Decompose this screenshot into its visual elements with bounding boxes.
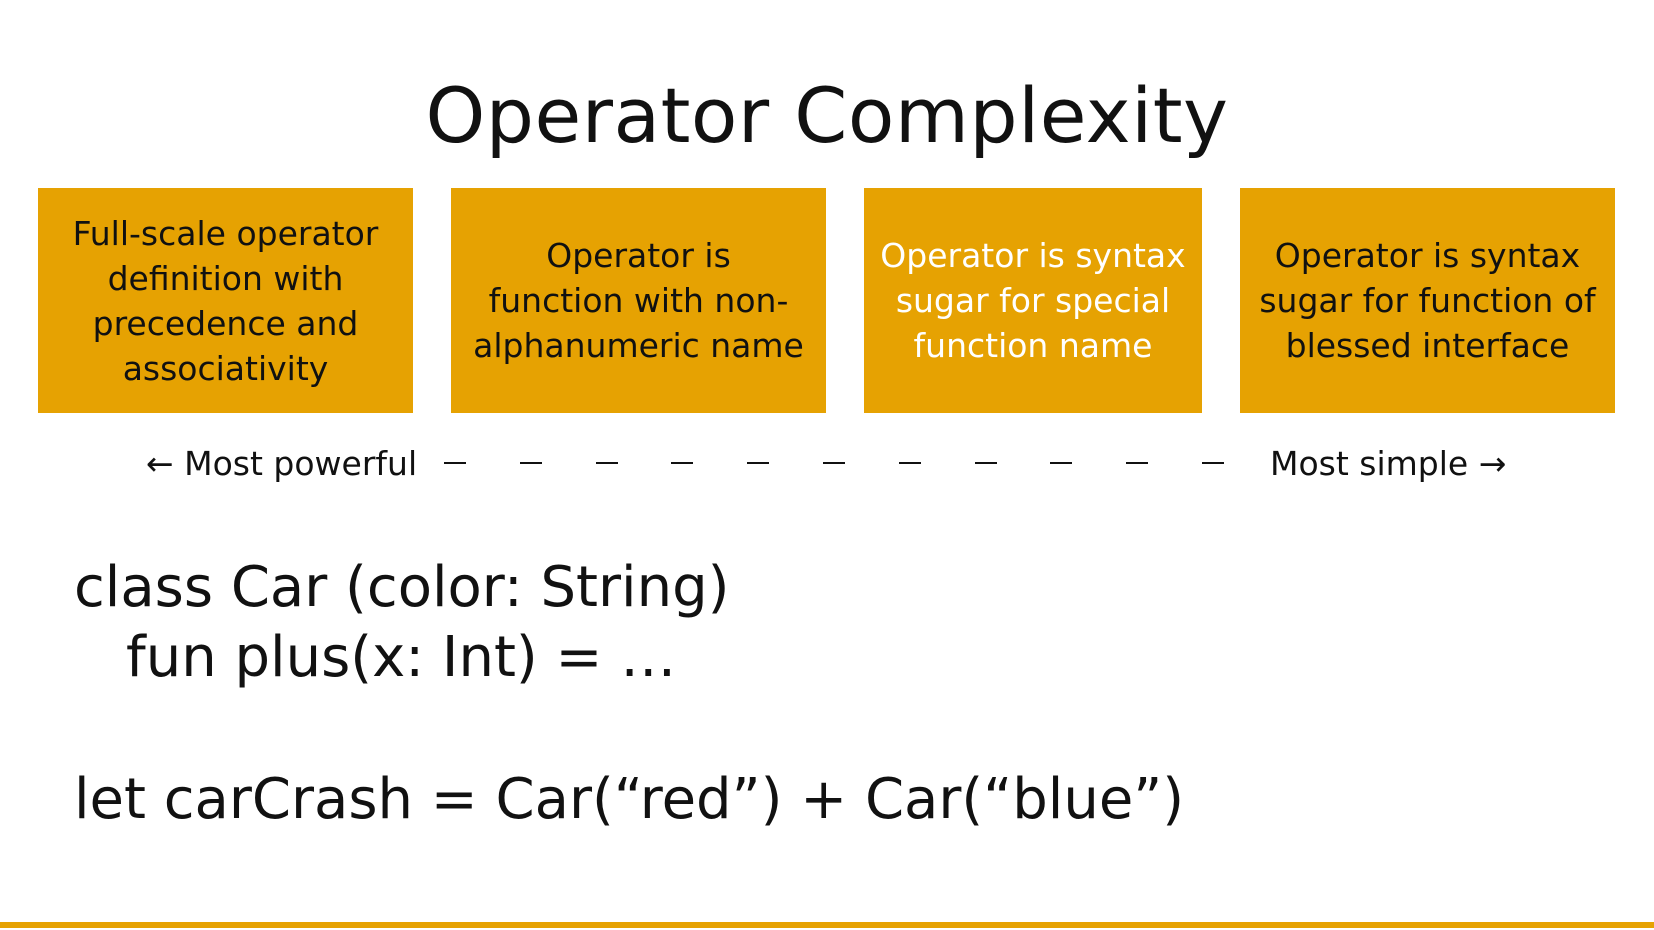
complexity-box-special-name: Operator is syntax sugar for special fun…: [864, 188, 1202, 413]
box-text: Full-scale operator definition with prec…: [72, 213, 379, 388]
scale-label-most-powerful: ← Most powerful: [146, 444, 418, 483]
code-line-let: let carCrash = Car(“red”) + Car(“blue”): [74, 767, 1185, 832]
scale-dash: [747, 462, 769, 464]
slide: Operator Complexity Full-scale operator …: [0, 0, 1654, 930]
box-text: Operator is syntax sugar for function of…: [1259, 236, 1596, 365]
complexity-box-nonalphanumeric: Operator is function with non- alphanume…: [451, 188, 826, 413]
slide-title: Operator Complexity: [425, 71, 1229, 160]
code-line-fun: fun plus(x: Int) = …: [126, 625, 677, 690]
complexity-box-full-scale: Full-scale operator definition with prec…: [38, 188, 413, 413]
box-text: Operator is function with non- alphanume…: [473, 236, 804, 365]
scale-dash: [1050, 462, 1072, 464]
scale-dash: [899, 462, 921, 464]
box-text: Operator is syntax sugar for special fun…: [880, 236, 1186, 365]
bottom-rule: [0, 922, 1654, 928]
code-line-class: class Car (color: String): [74, 555, 730, 620]
scale-dash: [671, 462, 693, 464]
scale-dashes: [444, 440, 1224, 488]
scale-label-most-simple: Most simple →: [1270, 444, 1507, 483]
complexity-box-blessed-interface: Operator is syntax sugar for function of…: [1240, 188, 1615, 413]
scale-dash: [444, 462, 466, 464]
scale-dash: [1126, 462, 1148, 464]
scale-dash: [596, 462, 618, 464]
scale-dash: [823, 462, 845, 464]
scale-dash: [975, 462, 997, 464]
scale-dash: [520, 462, 542, 464]
scale-dash: [1202, 462, 1224, 464]
